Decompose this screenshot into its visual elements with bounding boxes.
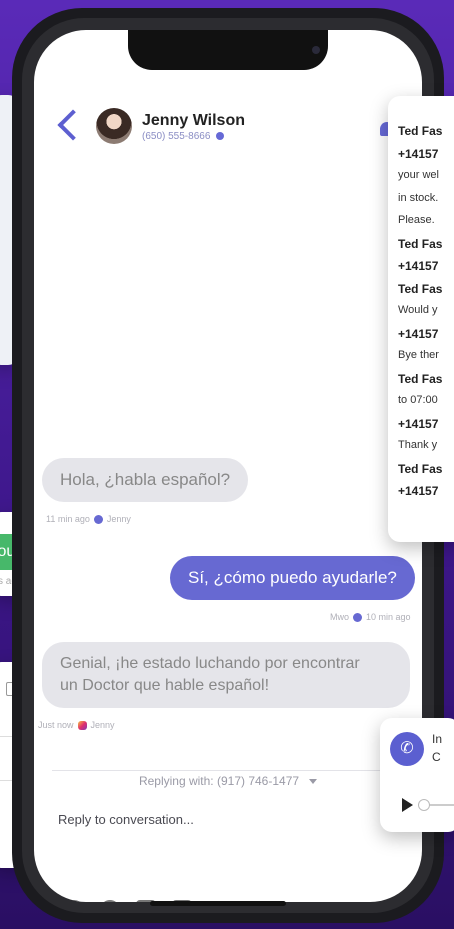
right-card-line: Ted Fas xyxy=(398,236,443,251)
right-card-line: +14157 xyxy=(398,326,439,341)
replying-prefix: Replying with: xyxy=(138,774,214,788)
message-time: Just now xyxy=(38,720,74,730)
message-text-line2: un Doctor que hable español! xyxy=(60,677,270,694)
right-card-line: +14157 xyxy=(398,416,439,431)
avatar[interactable] xyxy=(96,108,132,144)
right-card-line: to 07:00 xyxy=(398,394,438,406)
phone-screen: Jenny Wilson (650) 555-8666 Hola, ¿habla… xyxy=(34,30,422,902)
back-chevron-icon[interactable] xyxy=(57,109,89,141)
right-card-line: Ted Fas xyxy=(398,124,443,138)
message-author: Jenny xyxy=(90,720,115,730)
contact-phone[interactable]: (650) 555-8666 xyxy=(142,131,225,142)
contact-phone-text: (650) 555-8666 xyxy=(142,131,211,142)
message-time: 11 min ago xyxy=(46,514,90,524)
camera-icon xyxy=(312,46,320,54)
chat-channel-icon xyxy=(353,612,363,622)
chevron-down-icon xyxy=(309,779,318,785)
right-card-line: in stock. xyxy=(398,191,439,204)
audio-scrubber[interactable] xyxy=(418,799,430,811)
call-card: ✆ In C xyxy=(380,718,454,832)
add-icon[interactable]: + xyxy=(64,900,84,902)
right-card-line: your wel xyxy=(398,169,439,181)
right-card-line: +14157 xyxy=(398,146,439,161)
notch xyxy=(128,30,328,70)
call-card-line2: C xyxy=(432,750,441,764)
message-meta: Mwo 10 min ago xyxy=(330,612,411,622)
right-card-line: +14157 xyxy=(398,484,439,498)
message-meta: Just now Jenny xyxy=(38,720,115,730)
right-card-line: Ted Fas xyxy=(398,281,443,296)
right-message-card: Ted Fas +14157 your wel in stock. Please. Ted… xyxy=(388,96,454,542)
chat-icon[interactable]: = xyxy=(100,900,120,902)
right-card-line: Would y xyxy=(398,304,438,316)
message-bubble-outgoing: Sí, ¿cómo puedo ayudarle? xyxy=(170,556,415,600)
replying-number: (917) 746-1477 xyxy=(216,774,300,788)
reply-input[interactable]: Reply to conversation... xyxy=(58,812,378,827)
message-time: 10 min ago xyxy=(366,612,411,622)
message-meta: 11 min ago Jenny xyxy=(46,514,131,524)
divider xyxy=(52,770,404,771)
right-card-line: Ted Fas xyxy=(398,371,443,386)
home-indicator xyxy=(150,901,286,906)
right-card-line: Thank y xyxy=(398,439,438,451)
message-author: Jenny xyxy=(106,514,131,524)
right-card-line: Bye ther xyxy=(398,349,439,361)
right-card-line: +14157 xyxy=(398,259,439,273)
play-icon[interactable] xyxy=(402,798,413,812)
message-text: Sí, ¿cómo puedo ayudarle? xyxy=(188,568,397,587)
message-author: Mwo xyxy=(330,612,350,622)
message-text: Hola, ¿habla español? xyxy=(60,470,231,489)
contact-name: Jenny Wilson xyxy=(142,112,245,129)
chat-channel-icon xyxy=(93,514,103,524)
message-bubble-incoming: Hola, ¿habla español? xyxy=(42,458,249,502)
call-card-line1: In xyxy=(432,732,443,746)
phone-icon[interactable]: ✆ xyxy=(390,732,424,766)
instagram-icon xyxy=(77,720,87,730)
message-text-line1: Genial, ¡he estado luchando por encontra… xyxy=(60,655,360,672)
message-bubble-incoming: Genial, ¡he estado luchando por encontra… xyxy=(42,642,410,708)
right-card-line: Ted Fas xyxy=(398,461,443,476)
replying-with-selector[interactable]: Replying with: (917) 746-1477 xyxy=(34,774,422,788)
right-card-line: Please. xyxy=(398,214,435,226)
channel-icon xyxy=(216,132,225,141)
